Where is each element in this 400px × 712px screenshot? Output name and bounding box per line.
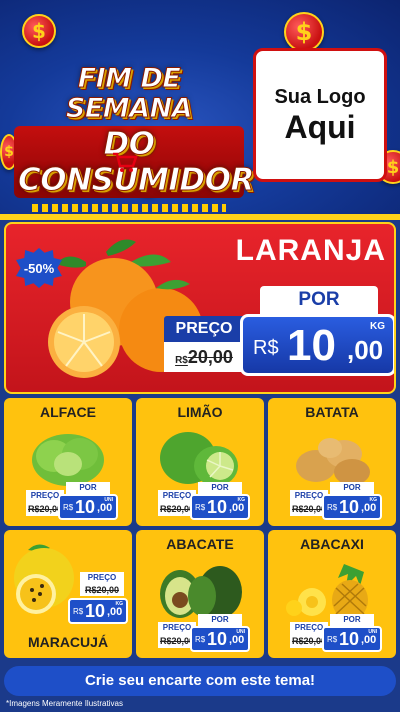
por-label: POR <box>66 482 110 494</box>
logo-placeholder[interactable]: Sua Logo Aqui <box>253 48 387 182</box>
price-unit: UNI <box>368 629 377 635</box>
product-name: ABACATE <box>166 536 234 552</box>
new-price: R$ 10 ,00 KG <box>322 494 382 520</box>
price-tag: PREÇO R$20,00 POR R$ 10 ,00 KG <box>290 482 382 522</box>
new-price: R$ 10 ,00 UNI <box>190 626 250 652</box>
price-integer: 10 <box>207 497 228 517</box>
avocado-image <box>160 566 242 618</box>
coin-icon: $ <box>22 14 56 48</box>
price-unit: KG <box>237 497 246 503</box>
old-price: R$20,00 <box>164 342 244 372</box>
price-tag: PREÇO R$20,00 POR R$ 10 ,00 UNI <box>158 614 250 654</box>
product-title: LARANJA <box>235 234 386 267</box>
price-decimal: ,00 <box>107 606 123 618</box>
price-integer: 10 <box>207 629 228 649</box>
price-unit: KG <box>370 321 385 332</box>
product-card[interactable]: LIMÃO PREÇO R$20,00 POR R$ 10 ,00 KG <box>136 398 264 526</box>
price-integer: 10 <box>287 321 336 370</box>
price-integer: 10 <box>75 497 96 517</box>
price-integer: 10 <box>339 629 360 649</box>
por-label: POR <box>330 482 374 494</box>
price-tag: PREÇO R$20,00 R$ 10 ,00 KG <box>40 570 132 624</box>
product-name: LIMÃO <box>177 404 223 420</box>
product-card[interactable]: ALFACE PREÇO R$20,00 POR R$ 10 ,00 UNI <box>4 398 132 526</box>
preco-label: PREÇO <box>80 572 124 584</box>
potato-image <box>296 438 370 485</box>
pineapple-image <box>286 564 368 620</box>
new-price: R$ 10 ,00 KG <box>240 314 394 376</box>
new-price: R$ 10 ,00 KG <box>190 494 250 520</box>
lime-image <box>160 432 238 486</box>
price-currency: R$ <box>63 503 74 512</box>
logo-text-line2: Aqui <box>284 108 356 145</box>
price-integer: 10 <box>85 601 106 621</box>
old-price-value: 20,00 <box>187 347 233 367</box>
price-unit: UNI <box>236 629 245 635</box>
disclaimer-text: *Imagens Meramente Ilustrativas <box>6 699 123 708</box>
product-card[interactable]: PREÇO R$20,00 R$ 10 ,00 KG MARACUJÁ <box>4 530 132 658</box>
price-currency: R$ <box>73 607 84 616</box>
promo-headline: FIM DE SEMANA DO CONSUMIDOR <box>14 63 255 212</box>
price-decimal: ,00 <box>361 502 377 514</box>
featured-product-card[interactable]: -50% LARANJA POR PREÇO R$20,00 R$ 10 ,00… <box>4 222 396 394</box>
new-price: R$ 10 ,00 UNI <box>58 494 118 520</box>
create-flyer-button[interactable]: Crie seu encarte com este tema! <box>4 666 396 696</box>
price-decimal: ,00 <box>229 502 245 514</box>
product-card[interactable]: ABACAXI PREÇO R$20,00 POR R$ 10 ,00 UNI <box>268 530 396 658</box>
price-decimal: ,00 <box>229 634 245 646</box>
lettuce-image <box>32 434 104 486</box>
product-card[interactable]: BATATA PREÇO R$20,00 POR R$ 10 ,00 KG <box>268 398 396 526</box>
price-decimal: ,00 <box>347 335 384 365</box>
new-price: R$ 10 ,00 KG <box>68 598 128 624</box>
por-label: POR <box>198 482 242 494</box>
old-price: R$20,00 <box>80 584 124 596</box>
price-decimal: ,00 <box>97 502 113 514</box>
coin-icon: $ <box>284 12 324 52</box>
price-currency: R$ <box>327 503 338 512</box>
header-divider <box>0 214 400 220</box>
product-name: MARACUJÁ <box>27 634 109 650</box>
por-label: POR <box>260 286 378 314</box>
price-unit: KG <box>115 601 124 607</box>
headline-line1: FIM DE SEMANA <box>65 63 193 124</box>
logo-text-line1: Sua Logo <box>274 85 366 108</box>
price-tag: PREÇO R$20,00 POR R$ 10 ,00 UNI <box>290 614 382 654</box>
headline-stripe <box>32 204 226 212</box>
price-currency: R$ <box>327 635 338 644</box>
price-currency: R$ <box>195 503 206 512</box>
product-card[interactable]: ABACATE PREÇO R$20,00 POR R$ 10 ,00 UNI <box>136 530 264 658</box>
product-name: ALFACE <box>40 404 96 420</box>
price-currency: R$ <box>253 337 279 359</box>
price-tag: PREÇO R$20,00 POR R$ 10 ,00 KG <box>158 482 250 522</box>
price-unit: KG <box>369 497 378 503</box>
shopping-cart-icon <box>112 152 138 180</box>
old-price-currency: R$ <box>175 355 188 366</box>
por-label: POR <box>330 614 374 626</box>
new-price: R$ 10 ,00 UNI <box>322 626 382 652</box>
product-name: BATATA <box>305 404 359 420</box>
price-unit: UNI <box>104 497 113 503</box>
price-currency: R$ <box>195 635 206 644</box>
preco-label: PREÇO <box>164 316 244 342</box>
price-integer: 10 <box>339 497 360 517</box>
header-banner: $ $ $ $ $ FIM DE SEMANA DO CONSUMIDOR Su… <box>0 0 400 218</box>
price-tag: PREÇO R$20,00 POR R$ 10 ,00 UNI <box>26 482 118 522</box>
price-decimal: ,00 <box>361 634 377 646</box>
por-label: POR <box>198 614 242 626</box>
product-name: ABACAXI <box>300 536 364 552</box>
